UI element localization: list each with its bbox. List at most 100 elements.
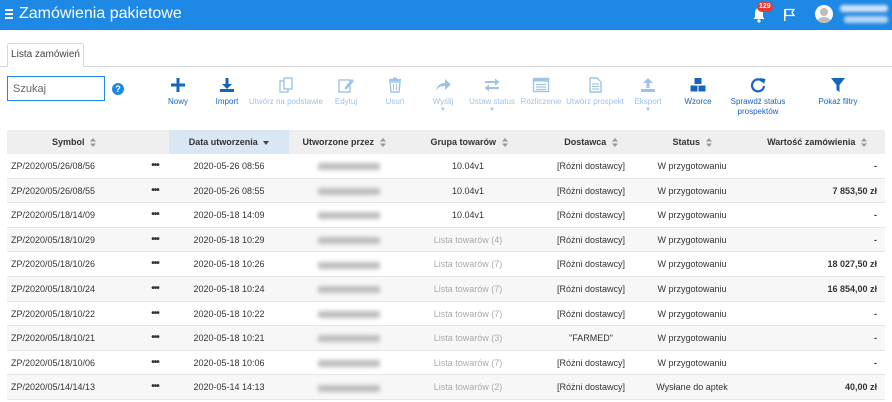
cell-symbol: ZP/2020/05/14/14/13	[11, 382, 96, 393]
notification-badge: 129	[757, 2, 773, 12]
cell-symbol: ZP/2020/05/18/10/24	[11, 284, 96, 294]
cell-supplier: [Różni dostawcy]	[556, 210, 626, 221]
cell-supplier: [Różni dostawcy]	[556, 161, 626, 171]
table-row[interactable]: ZP/2020/05/18/10/29 ••• 2020-05-18 10:29 Li…	[7, 227, 885, 253]
cell-supplier: [Różni dostawcy]	[556, 382, 626, 393]
cell-supplier: [Różni dostawcy]	[556, 259, 626, 270]
cell-order-value: -	[874, 308, 877, 319]
help-icon[interactable]: ?	[112, 83, 124, 95]
table-row[interactable]: ZP/2020/05/18/10/21 ••• 2020-05-18 10:21 Li…	[7, 326, 885, 351]
row-actions-menu-icon[interactable]: •••	[141, 228, 169, 252]
column-label: Grupa towarów	[430, 137, 496, 147]
cell-product-group: 10.04v1	[451, 210, 485, 221]
cell-status: W przygotowaniu	[657, 308, 727, 319]
cell-supplier: [Różni dostawcy]	[556, 357, 626, 368]
cell-order-value: 18 027,50 zł	[827, 259, 877, 270]
cell-order-value: -	[874, 234, 877, 245]
cell-product-group: Lista towarów (3)	[433, 333, 503, 344]
cell-created-by-redacted	[318, 154, 380, 178]
avatar[interactable]	[815, 5, 833, 23]
edit-icon	[338, 79, 354, 93]
column-header-created-by[interactable]: Utworzone przez	[289, 130, 399, 154]
row-actions-menu-icon[interactable]: •••	[141, 375, 169, 399]
chevron-down-icon: ▼	[645, 107, 651, 113]
cell-symbol: ZP/2020/05/18/10/22	[11, 308, 96, 319]
column-header-product-group[interactable]: Grupa towarów	[399, 130, 539, 154]
cell-supplier: [Różni dostawcy]	[556, 308, 626, 319]
cell-status: W przygotowaniu	[657, 210, 727, 221]
table-row[interactable]: ZP/2020/05/26/08/56 ••• 2020-05-26 08:56 10…	[7, 154, 885, 179]
table-row[interactable]: ZP/2020/05/18/10/22 ••• 2020-05-18 10:22 Li…	[7, 302, 885, 327]
row-actions-menu-icon[interactable]: •••	[141, 277, 169, 301]
column-header-date[interactable]: Data utworzenia	[169, 130, 289, 154]
cell-product-group: Lista towarów (2)	[433, 382, 503, 393]
column-header-actions	[141, 130, 169, 154]
row-actions-menu-icon[interactable]: •••	[141, 326, 169, 350]
row-actions-menu-icon[interactable]: •••	[141, 179, 169, 203]
sort-icon	[705, 138, 712, 148]
cell-symbol: ZP/2020/05/26/08/55	[11, 185, 96, 196]
sort-icon	[90, 138, 97, 148]
cell-order-value: -	[874, 333, 877, 344]
flag-icon[interactable]	[783, 8, 795, 22]
table-row[interactable]: ZP/2020/05/18/10/24 ••• 2020-05-18 10:24 Li…	[7, 277, 885, 302]
cell-supplier: [Różni dostawcy]	[556, 234, 626, 245]
cell-date: 2020-05-14 14:13	[193, 382, 265, 393]
download-icon	[220, 78, 234, 92]
send-button-label: Wyślij	[432, 97, 454, 106]
column-header-supplier[interactable]: Dostawca	[534, 130, 648, 154]
cell-product-group: Lista towarów (7)	[433, 284, 503, 294]
cell-date: 2020-05-26 08:56	[193, 161, 265, 171]
sort-icon	[501, 138, 508, 148]
hamburger-menu-icon[interactable]	[5, 9, 13, 20]
column-header-order-value[interactable]: Wartość zamówienia	[749, 130, 885, 154]
cell-product-group: 10.04v1	[451, 185, 485, 196]
column-label: Dostawca	[564, 137, 607, 147]
edit-button-label: Edytuj	[334, 97, 358, 106]
row-actions-menu-icon[interactable]: •••	[141, 302, 169, 326]
copy-icon	[279, 77, 293, 93]
show-filters-button[interactable]: Pokaż filtry	[798, 77, 878, 107]
cell-symbol: ZP/2020/05/26/08/56	[11, 161, 96, 171]
table-row[interactable]: ZP/2020/05/18/10/06 ••• 2020-05-18 10:06 Li…	[7, 351, 885, 376]
user-name-redacted[interactable]	[840, 5, 888, 12]
cell-created-by-redacted	[318, 375, 380, 399]
tab-lista-zamowien[interactable]: Lista zamówień	[7, 43, 84, 67]
cell-date: 2020-05-18 10:29	[193, 234, 265, 245]
cell-status: W przygotowaniu	[657, 185, 727, 196]
table-row[interactable]: ZP/2020/05/18/14/09 ••• 2020-05-18 14:09 10…	[7, 203, 885, 228]
cell-order-value: -	[874, 210, 877, 221]
calculator-icon	[532, 77, 550, 93]
refresh-icon	[750, 78, 766, 93]
templates-button-label: Wzorce	[684, 97, 712, 106]
cubes-icon	[690, 78, 706, 92]
cell-date: 2020-05-18 10:26	[193, 259, 265, 270]
column-label: Status	[672, 137, 700, 147]
row-actions-menu-icon[interactable]: •••	[141, 203, 169, 227]
cell-date: 2020-05-18 10:24	[193, 284, 265, 294]
cell-symbol: ZP/2020/05/18/10/26	[11, 259, 96, 270]
cell-status: W przygotowaniu	[657, 284, 727, 294]
cell-symbol: ZP/2020/05/18/10/06	[11, 357, 96, 368]
cell-created-by-redacted	[318, 277, 380, 301]
cell-date: 2020-05-18 10:21	[193, 333, 265, 344]
table-row[interactable]: ZP/2020/05/26/08/55 ••• 2020-05-26 08:55 10…	[7, 178, 885, 204]
table-row[interactable]: ZP/2020/05/18/10/26 ••• 2020-05-18 10:26 Li…	[7, 252, 885, 277]
table-row[interactable]: ZP/2020/05/14/14/13 ••• 2020-05-14 14:13 Li…	[7, 375, 885, 400]
row-actions-menu-icon[interactable]: •••	[141, 351, 169, 375]
trash-icon	[389, 77, 401, 93]
search-input[interactable]	[7, 76, 105, 101]
sort-icon	[611, 138, 618, 148]
row-actions-menu-icon[interactable]: •••	[141, 154, 169, 178]
column-header-symbol[interactable]: Symbol	[7, 130, 141, 154]
row-actions-menu-icon[interactable]: •••	[141, 252, 169, 276]
column-header-status[interactable]: Status	[635, 130, 749, 154]
cell-product-group: Lista towarów (7)	[433, 357, 503, 368]
cell-supplier: "FARMED"	[569, 333, 613, 344]
upload-icon	[641, 78, 655, 92]
cell-status: W przygotowaniu	[657, 161, 727, 171]
check-prospect-status-button[interactable]: Sprawdź status prospektów	[718, 77, 798, 117]
cell-created-by-redacted	[318, 302, 380, 326]
sort-icon	[379, 138, 386, 148]
cell-symbol: ZP/2020/05/18/10/29	[11, 234, 96, 245]
